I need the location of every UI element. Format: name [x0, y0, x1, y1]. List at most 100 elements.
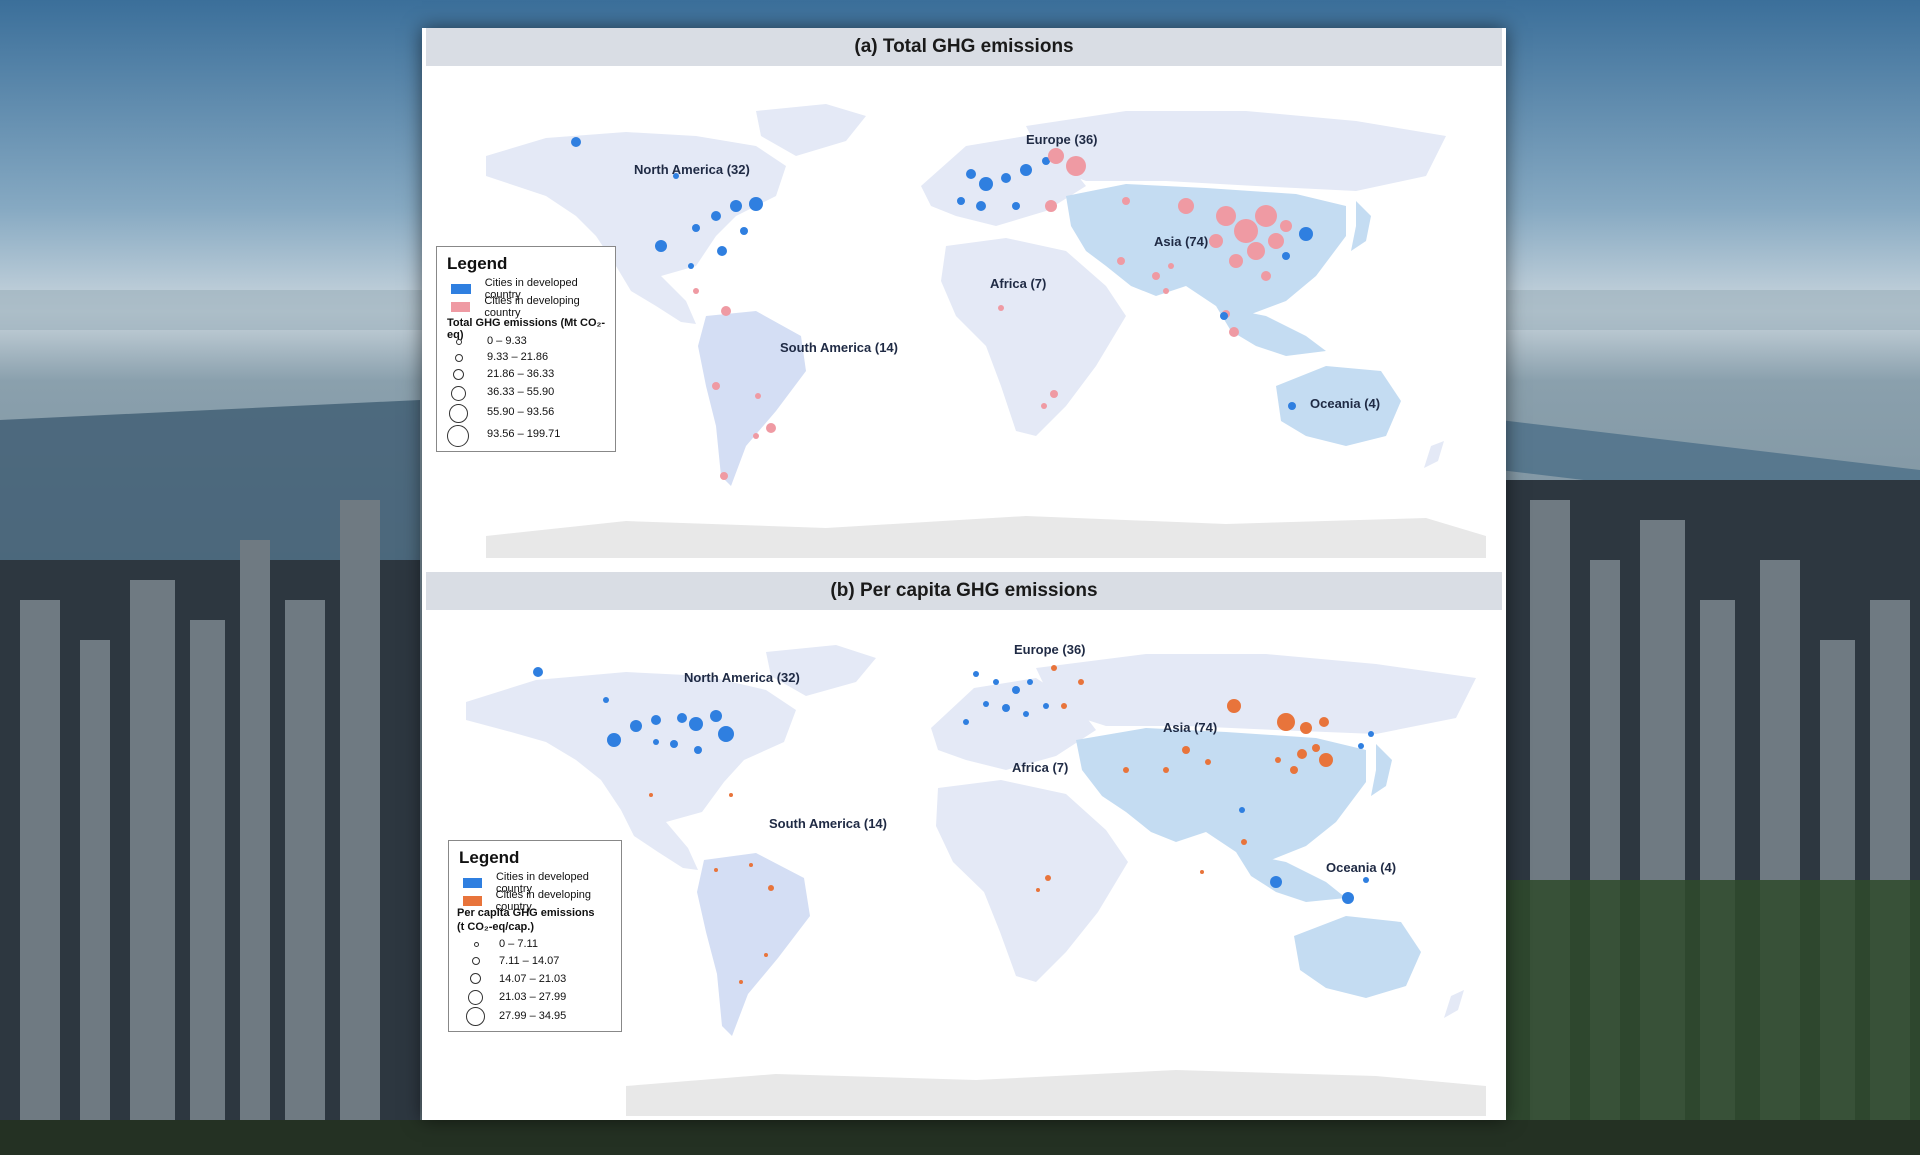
city-marker-developed — [692, 224, 700, 232]
south-america-land — [697, 853, 810, 1036]
city-marker-developing — [1123, 767, 1129, 773]
city-marker-developed — [957, 197, 965, 205]
city-marker-developing — [1182, 746, 1190, 754]
city-marker-developed — [1270, 876, 1282, 888]
city-marker-developing — [766, 423, 776, 433]
legend-size-title-line-2: (t CO₂-eq/cap.) — [457, 921, 534, 933]
city-marker-developing — [1036, 888, 1040, 892]
size-bin-label-5: 55.90 – 93.56 — [487, 406, 555, 418]
city-marker-developed — [1001, 173, 1011, 183]
city-marker-developed — [694, 746, 702, 754]
city-marker-developed — [1342, 892, 1354, 904]
city-marker-developed — [670, 740, 678, 748]
size-bin-label-3: 14.07 – 21.03 — [499, 973, 567, 985]
city-marker-developing — [768, 885, 774, 891]
new-zealand-land — [1424, 441, 1444, 468]
city-marker-developing — [729, 793, 733, 797]
city-marker-developed — [1358, 743, 1364, 749]
legend-total: Legend Cities in developed country Citie… — [436, 246, 616, 452]
region-label-south-america: South America (14) — [769, 816, 887, 831]
size-bin-label-3: 21.86 – 36.33 — [487, 368, 555, 380]
city-marker-developing — [1205, 759, 1211, 765]
city-marker-developing — [764, 953, 768, 957]
city-marker-developing — [1229, 254, 1243, 268]
city-marker-developing — [720, 472, 728, 480]
africa-land — [941, 238, 1126, 436]
region-label-north-america: North America (32) — [684, 670, 800, 685]
region-label-oceania: Oceania (4) — [1326, 860, 1396, 875]
city-marker-developed — [718, 726, 734, 742]
city-marker-developed — [571, 137, 581, 147]
region-label-africa: Africa (7) — [990, 276, 1046, 291]
region-label-africa: Africa (7) — [1012, 760, 1068, 775]
city-marker-developing — [1227, 699, 1241, 713]
city-marker-developed — [1012, 202, 1020, 210]
legend-size-title: Total GHG emissions (Mt CO₂-eq) — [447, 317, 606, 341]
city-marker-developed — [607, 733, 621, 747]
size-bin-circle-5 — [449, 404, 468, 423]
city-marker-developed — [749, 197, 763, 211]
city-marker-developing — [1078, 679, 1084, 685]
city-marker-developing — [1048, 148, 1064, 164]
legend-developing-label: Cities in developing country — [484, 295, 580, 319]
city-marker-developed — [966, 169, 976, 179]
city-marker-developed — [963, 719, 969, 725]
africa-land — [936, 780, 1128, 982]
city-marker-developing — [1319, 717, 1329, 727]
japan-land — [1371, 744, 1392, 796]
city-marker-developing — [1117, 257, 1125, 265]
city-marker-developed — [1020, 164, 1032, 176]
size-bin-label-2: 7.11 – 14.07 — [499, 955, 560, 967]
city-marker-developing — [755, 393, 761, 399]
panel-per-capita-ghg: (b) Per capita GHG emissions North Ameri… — [426, 572, 1502, 1116]
city-marker-developed — [688, 263, 694, 269]
north-america-land — [466, 672, 796, 832]
new-zealand-land — [1444, 990, 1464, 1018]
city-marker-developed — [979, 177, 993, 191]
city-marker-developing — [1241, 839, 1247, 845]
city-marker-developing — [1234, 219, 1258, 243]
city-marker-developing — [712, 382, 720, 390]
city-marker-developing — [1261, 271, 1271, 281]
city-marker-developing — [1247, 242, 1265, 260]
japan-land — [1351, 201, 1371, 251]
size-bin-circle-2 — [455, 354, 463, 362]
region-label-asia: Asia (74) — [1154, 234, 1208, 249]
city-marker-developing — [1268, 233, 1284, 249]
city-marker-developed — [673, 173, 679, 179]
city-marker-developing — [1066, 156, 1086, 176]
city-marker-developed — [677, 713, 687, 723]
city-marker-developed — [1027, 679, 1033, 685]
city-marker-developed — [1002, 704, 1010, 712]
city-marker-developing — [753, 433, 759, 439]
city-marker-developed — [655, 240, 667, 252]
russia-land — [1026, 111, 1446, 191]
region-label-oceania: Oceania (4) — [1310, 396, 1380, 411]
city-marker-developed — [603, 697, 609, 703]
city-marker-developed — [1363, 877, 1369, 883]
region-label-europe: Europe (36) — [1026, 132, 1098, 147]
legend-per-capita: Legend Cities in developed country Citie… — [448, 840, 622, 1032]
size-bin-circle-1 — [474, 942, 479, 947]
city-marker-developing — [1163, 767, 1169, 773]
panel-total-ghg: (a) Total GHG emissions North America (3… — [426, 28, 1502, 558]
city-marker-developed — [1368, 731, 1374, 737]
city-marker-developing — [1216, 206, 1236, 226]
city-marker-developed — [653, 739, 659, 745]
size-bin-label-2: 9.33 – 21.86 — [487, 351, 549, 363]
size-bin-label-5: 27.99 – 34.95 — [499, 1010, 567, 1022]
city-marker-developing — [721, 306, 731, 316]
city-marker-developing — [1275, 757, 1281, 763]
region-label-north-america: North America (32) — [634, 162, 750, 177]
size-bin-circle-3 — [470, 973, 481, 984]
size-bin-circle-4 — [468, 990, 483, 1005]
city-marker-developed — [533, 667, 543, 677]
legend-title: Legend — [459, 848, 520, 867]
city-marker-developing — [1051, 665, 1057, 671]
city-marker-developing — [1061, 703, 1067, 709]
city-marker-developed — [1299, 227, 1313, 241]
city-marker-developing — [1312, 744, 1320, 752]
city-marker-developed — [993, 679, 999, 685]
panel-title: (a) Total GHG emissions — [426, 28, 1502, 66]
city-marker-developing — [1041, 403, 1047, 409]
